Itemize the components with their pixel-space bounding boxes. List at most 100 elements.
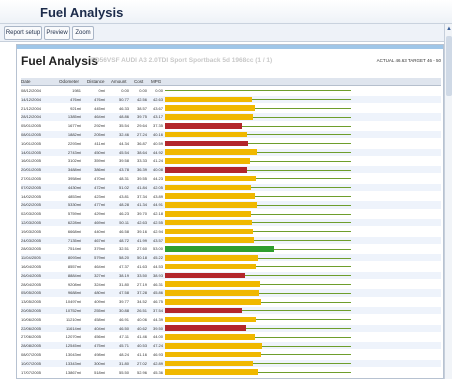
mpg-bar <box>165 369 258 375</box>
date-cell: 14/02/2005 <box>21 193 42 199</box>
tab-preview[interactable]: Preview <box>44 26 70 40</box>
cost-cell: 39.55 <box>136 176 147 181</box>
amount-cell: 48.31 <box>118 176 129 181</box>
cost-cell: 40.06 <box>136 316 147 322</box>
mpg-bar <box>165 114 254 120</box>
amount-cell: 38.19 <box>118 272 129 278</box>
mpg-bar <box>165 166 248 173</box>
mpg-cell: 44.23 <box>152 176 163 181</box>
table-row: 28/12/2004 1385mi 464mi 48.86 39.75 43.17 <box>21 113 441 121</box>
mpg-cell: 40.08 <box>152 167 163 173</box>
odometer-cell: 1882mi <box>67 132 81 137</box>
table-row: 10/07/2005 13343mi 300mi 31.80 27.02 42.89 <box>21 359 441 367</box>
amount-cell: 46.50 <box>118 325 129 331</box>
scroll-up-icon[interactable]: ▲ <box>446 26 452 32</box>
odometer-cell: 4430mi <box>67 184 81 190</box>
distance-cell: 423mi <box>94 193 105 199</box>
distance-cell: 205mi <box>94 132 105 137</box>
odometer-cell: 10752mi <box>65 308 81 313</box>
odometer-cell: 13043mi <box>65 352 81 357</box>
cost-cell: 27.19 <box>136 281 147 287</box>
vehicle-subtitle: FD56VSF AUDI A3 2.0TDI Sport Sportback 5… <box>91 57 273 64</box>
mpg-bar <box>165 175 256 182</box>
amount-cell: 55.50 <box>118 369 129 375</box>
col-date: Date <box>21 79 31 84</box>
amount-cell: 48.72 <box>118 237 129 243</box>
date-cell: 11/04/2005 <box>21 255 41 261</box>
col-mpg: MPG <box>151 79 162 84</box>
tab-report-setup[interactable]: Report setup <box>4 26 42 40</box>
date-cell: 20/01/2005 <box>21 167 42 173</box>
date-cell: 24/03/2005 <box>21 237 42 243</box>
distance-cell: 475mi <box>94 343 105 349</box>
amount-cell: 35.54 <box>118 123 129 129</box>
mpg-cell: 42.05 <box>152 184 163 190</box>
amount-cell: 45.54 <box>118 149 129 155</box>
scroll-thumb[interactable] <box>446 36 452 96</box>
mpg-cell: 44.39 <box>152 316 163 322</box>
cost-cell: 42.63 <box>136 220 147 225</box>
mpg-bar <box>165 351 262 358</box>
amount-cell: 48.86 <box>118 114 129 120</box>
cost-cell: 33.33 <box>136 158 147 164</box>
odometer-cell: 2743mi <box>67 149 81 155</box>
cost-cell: 27.24 <box>136 132 147 137</box>
date-cell: 14/01/2005 <box>21 149 42 155</box>
table-row: 27/06/2005 12070mi 456mi 47.11 41.46 44.00 <box>21 333 441 340</box>
mpg-cell: 46.93 <box>152 352 163 357</box>
window-titlebar: Fuel Analysis <box>0 0 452 24</box>
report-title: Fuel Analysis <box>21 54 98 68</box>
distance-cell: 386mi <box>94 167 105 173</box>
mpg-cell: 37.35 <box>152 123 163 129</box>
odometer-cell: 9688mi <box>67 290 81 296</box>
mpg-bar <box>165 360 253 367</box>
table-row: 28/08/2005 12545mi 475mi 45.71 40.53 47.24 <box>21 342 441 350</box>
odometer-cell: 1385mi <box>67 114 81 120</box>
distance-cell: 292mi <box>94 123 105 129</box>
date-cell: 27/06/2005 <box>21 334 42 340</box>
cost-cell: 42.56 <box>136 96 147 102</box>
report-header: Fuel Analysis FD56VSF AUDI A3 2.0TDI Spo… <box>21 54 441 74</box>
vertical-scrollbar[interactable]: ▲ <box>444 24 452 379</box>
mpg-bar <box>165 140 249 147</box>
odometer-cell: 12070mi <box>65 334 81 340</box>
cost-cell: 37.34 <box>136 193 147 199</box>
col-distance: Distance <box>87 79 105 84</box>
cost-cell: 34.52 <box>136 299 147 305</box>
odometer-cell: 7514mi <box>67 246 81 252</box>
mpg-bar <box>165 158 250 164</box>
odometer-cell: 10497mi <box>65 299 81 305</box>
distance-cell: 379mi <box>94 246 105 252</box>
odometer-cell: 5759mi <box>67 211 81 217</box>
amount-cell: 46.91 <box>118 316 129 322</box>
distance-cell: 440mi <box>94 228 105 234</box>
mpg-cell: 42.94 <box>152 228 163 234</box>
distance-cell: 579mi <box>94 255 105 261</box>
mpg-cell: 44.53 <box>152 264 163 269</box>
date-cell: 08/01/2005 <box>21 132 42 137</box>
distance-cell: 480mi <box>94 290 105 296</box>
app-title: Fuel Analysis <box>40 5 124 20</box>
cost-cell: 38.64 <box>136 149 147 155</box>
table-row: 17/07/2005 13867mi 518mi 55.50 52.96 45.36 <box>21 369 441 376</box>
mpg-cell: 37.54 <box>152 308 163 313</box>
table-row: 05/01/2005 1677mi 292mi 35.54 29.64 37.35 <box>21 122 441 129</box>
date-cell: 10/01/2005 <box>21 140 42 146</box>
mpg-cell: 43.67 <box>152 105 163 111</box>
tab-zoom[interactable]: Zoom <box>72 26 94 40</box>
cost-cell: 50.18 <box>136 255 147 261</box>
mpg-cell: 44.00 <box>152 334 163 340</box>
cost-cell: 41.46 <box>136 334 147 340</box>
cost-cell: 41.63 <box>136 264 147 269</box>
table-row: 07/02/2005 4430mi 472mi 51.02 41.84 42.05 <box>21 183 441 191</box>
mpg-bar <box>165 202 258 208</box>
date-cell: 12/03/2005 <box>21 220 42 225</box>
table-row: 10/01/2005 2293mi 411mi 44.34 36.87 40.59 <box>21 140 441 147</box>
odometer-cell: 11614mi <box>65 325 81 331</box>
cost-cell: 39.70 <box>136 211 147 217</box>
distance-cell: 470mi <box>94 176 105 181</box>
mpg-bar <box>165 96 253 103</box>
table-row: 28/04/2005 9208mi 324mi 31.80 27.19 46.31 <box>21 281 441 288</box>
table-row: 28/03/2005 7514mi 379mi 32.51 27.60 53.00 <box>21 245 441 252</box>
odometer-cell: 7135mi <box>67 237 81 243</box>
